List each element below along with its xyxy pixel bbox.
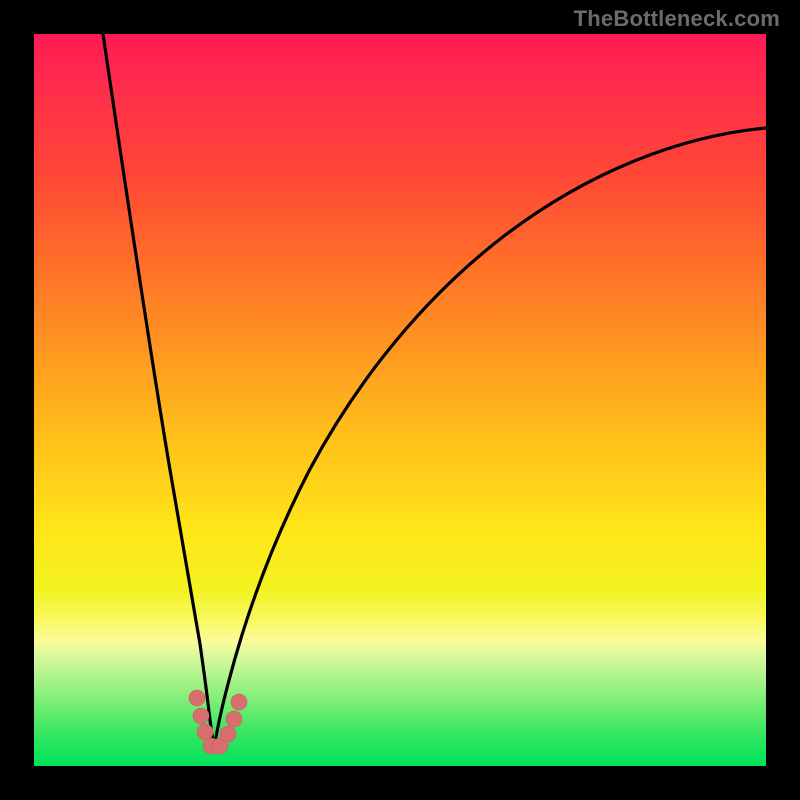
dot (189, 690, 205, 706)
dot (197, 724, 213, 740)
dot (193, 708, 209, 724)
bottleneck-curve (34, 34, 766, 766)
dot (220, 726, 236, 742)
dot (226, 711, 242, 727)
chart-frame: TheBottleneck.com (0, 0, 800, 800)
plot-area (34, 34, 766, 766)
curve-right (214, 128, 766, 748)
dot (231, 694, 247, 710)
watermark-text: TheBottleneck.com (574, 6, 780, 32)
curve-left (103, 34, 214, 748)
